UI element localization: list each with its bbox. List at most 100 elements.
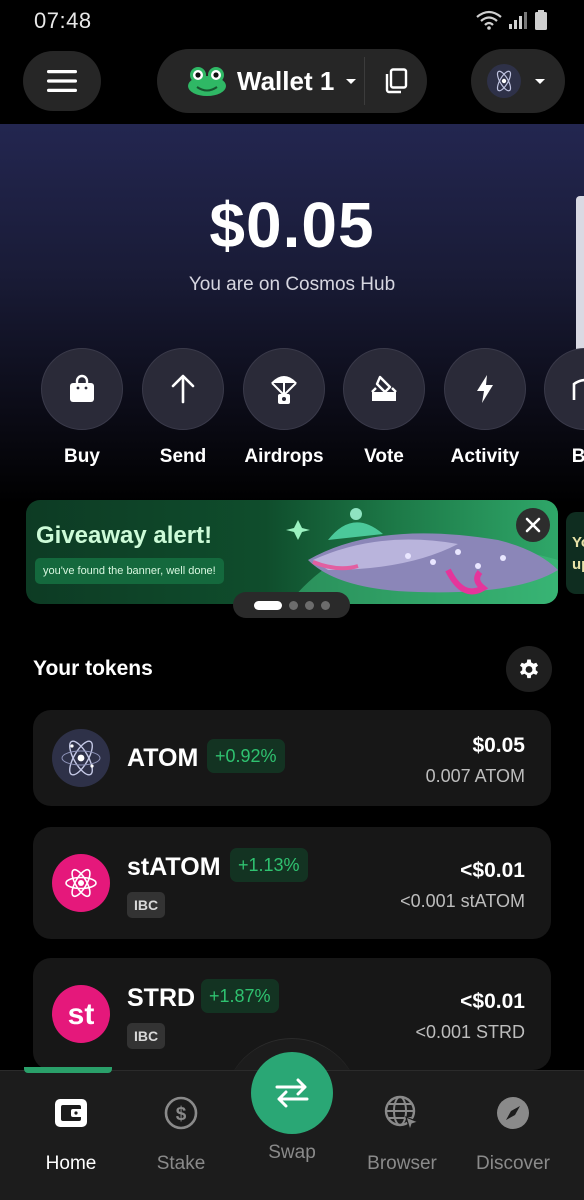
close-icon [525, 517, 541, 533]
arrow-up-icon [171, 374, 195, 404]
tokens-section-title: Your tokens [33, 657, 153, 680]
nav-label: Browser [367, 1153, 437, 1174]
dollar-coin-icon: $ [164, 1096, 198, 1130]
ibc-badge: IBC [127, 1023, 166, 1049]
chevron-down-icon [346, 79, 357, 84]
token-amount: <0.001 stATOM [400, 891, 525, 911]
action-label: Vote [364, 446, 404, 467]
atom-logo-icon [52, 729, 110, 787]
token-price-change: +0.92% [207, 739, 285, 773]
chevron-down-icon [535, 79, 545, 84]
status-time: 07:48 [34, 8, 92, 33]
action-label: Activity [450, 446, 520, 467]
chain-selector-button[interactable] [471, 49, 565, 113]
compass-icon [497, 1097, 529, 1129]
parachute-icon [271, 376, 297, 404]
battery-icon [535, 10, 547, 30]
ballot-box-icon [371, 375, 397, 401]
token-symbol: STRD [127, 984, 196, 1012]
token-usd-value: <$0.01 [460, 859, 525, 882]
action-vote[interactable]: Vote [334, 348, 434, 468]
frog-avatar-icon [188, 67, 226, 96]
next-banner-text: up [572, 556, 584, 573]
wallet-selector: Wallet 1 [157, 49, 427, 113]
action-activity[interactable]: Activity [435, 348, 535, 468]
network-indicator: You are on Cosmos Hub [188, 274, 396, 295]
action-bridge[interactable]: Bri [535, 348, 584, 468]
token-symbol: stATOM [127, 853, 221, 881]
action-buy-button[interactable] [41, 348, 123, 430]
status-bar: 07:48 [0, 0, 584, 40]
header: Wallet 1 [0, 44, 584, 124]
svg-text:$: $ [176, 1104, 187, 1125]
bridge-icon [572, 378, 584, 400]
action-label: Send [159, 446, 207, 467]
pagination-dot[interactable] [304, 600, 314, 610]
status-icons [476, 10, 548, 30]
swap-button[interactable] [251, 1052, 333, 1134]
banner-subtitle: you've found the banner, well done! [35, 558, 224, 584]
action-bridge-button[interactable] [544, 348, 584, 430]
banner-close-button[interactable] [516, 508, 550, 542]
token-row-atom[interactable]: ATOM +0.92% $0.05 0.007 ATOM [33, 710, 551, 806]
quick-actions: Buy Send Airdrops Vote Activity B [0, 348, 584, 478]
svg-text:st: st [68, 998, 95, 1031]
nav-label: Home [45, 1153, 97, 1174]
nav-label: Stake [156, 1153, 206, 1174]
next-banner-text: Yo [572, 534, 584, 551]
banner-title: Giveaway alert! [36, 522, 213, 549]
statom-logo-icon [52, 854, 110, 912]
globe-icon [384, 1095, 420, 1131]
token-row-statom[interactable]: stATOM +1.13% IBC <$0.01 <0.001 stATOM [33, 827, 551, 939]
cosmos-chain-icon [487, 64, 521, 98]
wallet-name: Wallet 1 [237, 65, 335, 96]
nav-home[interactable]: Home [16, 1093, 126, 1175]
whale-shark-illustration [286, 508, 558, 604]
pagination-dot-active[interactable] [253, 600, 282, 610]
nav-stake[interactable]: $ Stake [126, 1093, 236, 1175]
wallet-switch-button[interactable]: Wallet 1 [157, 49, 365, 113]
action-airdrops[interactable]: Airdrops [234, 348, 334, 468]
nav-label: Discover [476, 1153, 550, 1174]
ibc-badge: IBC [127, 892, 166, 918]
action-send-button[interactable] [142, 348, 224, 430]
pagination-dot[interactable] [320, 600, 330, 610]
action-send[interactable]: Send [133, 348, 233, 468]
next-banner-peek[interactable]: Yo up [566, 512, 584, 594]
scroll-indicator [576, 196, 584, 356]
strd-logo-icon: st [52, 985, 110, 1043]
action-activity-button[interactable] [444, 348, 526, 430]
shopping-bag-icon [70, 374, 94, 402]
action-label: Airdrops [244, 446, 324, 467]
menu-icon [47, 70, 77, 92]
signal-icon [509, 12, 527, 29]
token-price-change: +1.87% [201, 979, 279, 1013]
balance-hero: $0.05 You are on Cosmos Hub Buy Send Air… [0, 124, 584, 504]
copy-address-button[interactable] [365, 49, 427, 113]
promo-banner[interactable]: Giveaway alert! you've found the banner,… [26, 500, 558, 604]
total-balance: $0.05 [209, 189, 375, 261]
nav-discover[interactable]: Discover [458, 1093, 568, 1175]
wifi-icon [476, 10, 502, 30]
token-symbol: ATOM [127, 744, 199, 772]
action-airdrops-button[interactable] [243, 348, 325, 430]
token-amount: <0.001 STRD [415, 1022, 525, 1042]
lightning-icon [477, 375, 493, 403]
gear-icon [520, 659, 538, 679]
token-usd-value: <$0.01 [460, 990, 525, 1013]
action-vote-button[interactable] [343, 348, 425, 430]
swap-arrows-icon [275, 1078, 309, 1108]
active-tab-indicator [24, 1067, 112, 1073]
action-label: Bri [571, 446, 584, 467]
nav-swap-label[interactable]: Swap [232, 1142, 352, 1164]
wallet-icon [55, 1099, 87, 1127]
pagination-dot[interactable] [288, 600, 298, 610]
token-settings-button[interactable] [506, 646, 552, 692]
action-buy[interactable]: Buy [32, 348, 132, 468]
token-usd-value: $0.05 [472, 734, 525, 757]
token-amount: 0.007 ATOM [425, 766, 525, 786]
menu-button[interactable] [23, 51, 101, 111]
nav-browser[interactable]: Browser [347, 1093, 457, 1175]
token-price-change: +1.13% [230, 848, 308, 882]
action-label: Buy [64, 446, 100, 467]
